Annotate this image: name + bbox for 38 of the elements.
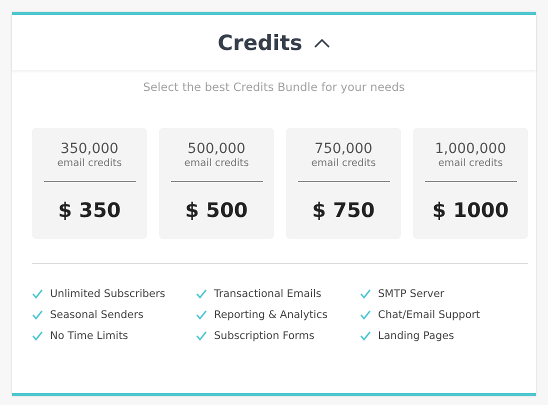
feature-label: Unlimited Subscribers [50,288,166,300]
credit-amount: 350,000 [60,141,118,157]
credit-bundle-card[interactable]: 750,000 email credits $ 750 [286,128,401,239]
panel-title: Credits [218,30,302,54]
credit-bundle-card[interactable]: 500,000 email credits $ 500 [159,128,274,239]
credit-unit: email credits [311,158,376,169]
bundle-price: $ 750 [312,198,375,222]
check-icon [196,331,207,341]
feature-label: Landing Pages [378,330,454,342]
credit-unit: email credits [184,158,249,169]
caret-up-icon[interactable] [314,38,330,48]
feature-label: SMTP Server [378,288,444,300]
feature-label: Reporting & Analytics [214,309,328,321]
feature-label: Transactional Emails [214,288,322,300]
check-icon [32,331,43,341]
check-icon [196,310,207,320]
feature-label: Chat/Email Support [378,309,480,321]
check-icon [360,331,371,341]
credit-amount: 750,000 [314,141,372,157]
credit-unit: email credits [438,158,503,169]
bundle-price: $ 500 [185,198,248,222]
check-icon [360,310,371,320]
bundle-price: $ 1000 [432,198,509,222]
credit-amount: 500,000 [188,141,246,157]
credit-unit: email credits [57,158,122,169]
feature-label: Seasonal Senders [50,309,144,321]
credit-bundle-card[interactable]: 350,000 email credits $ 350 [32,128,147,239]
bundle-price: $ 350 [58,198,121,222]
check-icon [196,289,207,299]
check-icon [32,289,43,299]
panel-header[interactable]: Credits [12,15,536,70]
credit-amount: 1,000,000 [434,141,506,157]
feature-label: Subscription Forms [214,330,314,342]
credit-bundle-card[interactable]: 1,000,000 email credits $ 1000 [413,128,528,239]
check-icon [360,289,371,299]
check-icon [32,310,43,320]
feature-label: No Time Limits [50,330,128,342]
panel-subtitle: Select the best Credits Bundle for your needs [143,80,405,94]
